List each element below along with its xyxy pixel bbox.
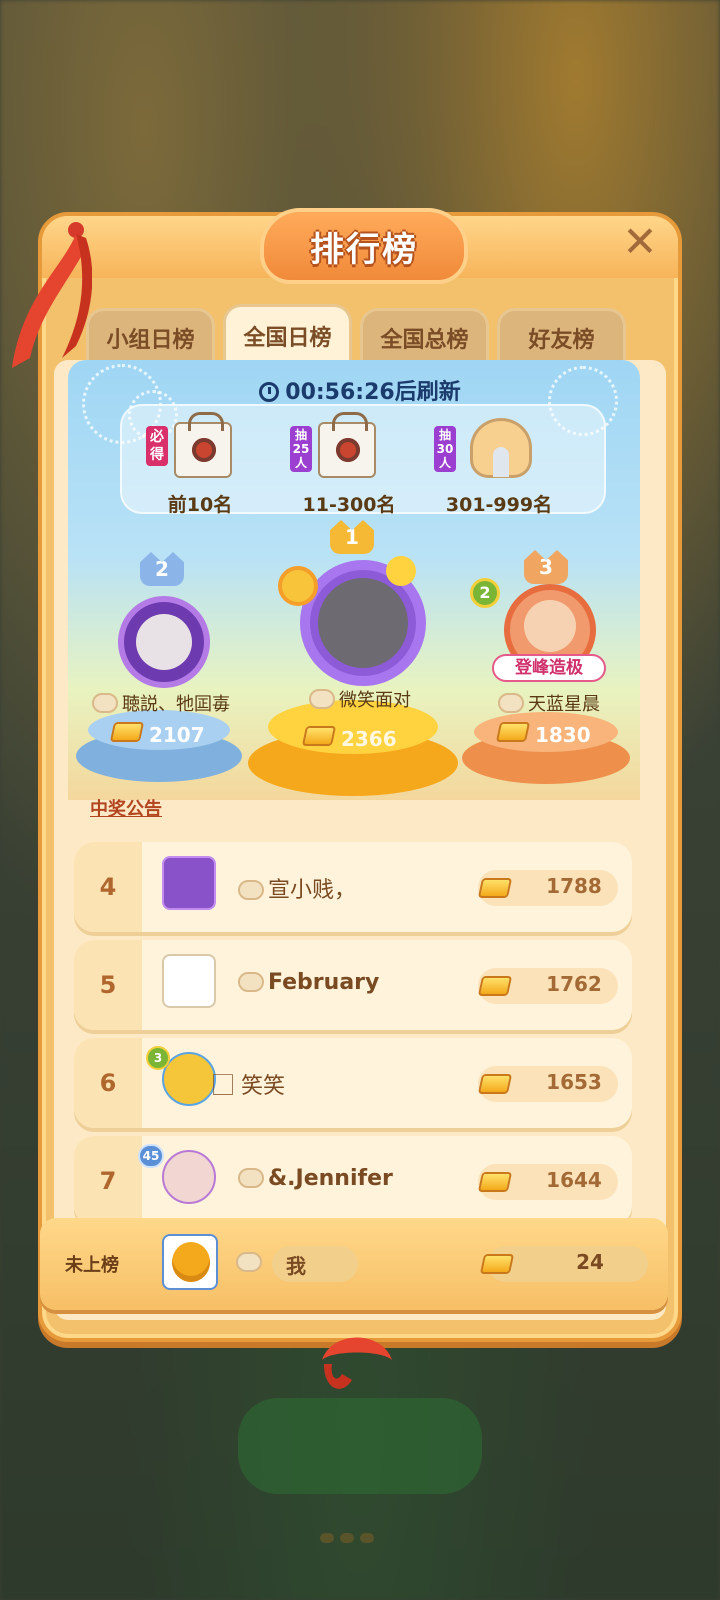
row-score: 1644 xyxy=(546,1168,602,1192)
paw-icon xyxy=(236,1252,262,1272)
my-rank-label: 未上榜 xyxy=(65,1255,119,1276)
row-rank: 7 xyxy=(74,1136,142,1226)
reward-label: 前10名 xyxy=(167,494,233,516)
reward-item[interactable]: 抽25人 11-300名 xyxy=(290,412,440,516)
reward-box: 必得 前10名 抽25人 11-300名 抽30人 301-999名 xyxy=(120,404,606,516)
name-pill xyxy=(272,1246,358,1282)
tab-friends[interactable]: 好友榜 xyxy=(497,308,626,364)
row-rank: 6 xyxy=(74,1038,142,1128)
table-row[interactable]: 4 宣小贱， 1788 xyxy=(74,842,632,932)
reward-label: 11-300名 xyxy=(302,494,396,516)
avatar[interactable] xyxy=(162,954,216,1008)
level-badge: 45 xyxy=(138,1144,164,1168)
avatar xyxy=(136,614,192,670)
tab-group-daily[interactable]: 小组日榜 xyxy=(86,308,215,364)
row-rank: 4 xyxy=(74,842,142,932)
avatar xyxy=(318,578,408,668)
title-badge: 排行榜 xyxy=(260,208,468,284)
paw-icon xyxy=(92,693,118,713)
refresh-timer: 00:56:26后刷新 xyxy=(0,374,720,406)
reward-tag: 抽25人 xyxy=(290,426,312,472)
row-rank: 5 xyxy=(74,940,142,1030)
gold-bar-icon xyxy=(477,1074,513,1094)
level-badge: 2 xyxy=(470,578,500,608)
gold-bar-icon xyxy=(301,726,337,746)
paw-icon xyxy=(238,880,264,900)
second-name: 聴説、牠囸毐 xyxy=(86,690,236,716)
announcement-link[interactable]: 中奖公告 xyxy=(90,795,162,821)
paw-icon xyxy=(309,689,335,709)
close-button[interactable]: ✕ xyxy=(618,220,662,264)
avatar[interactable] xyxy=(162,856,216,910)
gold-bar-icon xyxy=(477,878,513,898)
table-row[interactable]: 5 February 1762 xyxy=(74,940,632,1030)
my-name: 我 xyxy=(286,1254,306,1278)
gift-bag-icon xyxy=(174,412,232,478)
third-score: 1830 xyxy=(495,722,591,747)
first-score: 2366 xyxy=(301,726,397,751)
background-page-dots xyxy=(320,1528,400,1548)
gold-bar-icon xyxy=(477,976,513,996)
tab-bar: 小组日榜 全国日榜 全国总榜 好友榜 xyxy=(86,304,626,364)
reward-item[interactable]: 必得 前10名 xyxy=(146,412,296,516)
flower-icon xyxy=(278,566,318,606)
fox-avatar-icon xyxy=(524,600,576,652)
gold-bar-icon xyxy=(477,1172,513,1192)
row-score: 1788 xyxy=(546,874,602,898)
gold-bar-icon xyxy=(479,1254,515,1274)
row-name: ⃞ 笑笑 xyxy=(234,1074,285,1099)
neck-pillow-icon xyxy=(470,418,532,478)
first-name: 微笑面对 xyxy=(290,686,430,712)
row-name: February xyxy=(238,970,379,995)
reward-item[interactable]: 抽30人 301-999名 xyxy=(434,414,604,516)
paw-icon xyxy=(238,972,264,992)
reward-tag: 必得 xyxy=(146,426,168,466)
tab-national-daily[interactable]: 全国日榜 xyxy=(223,304,352,364)
row-name: 宣小贱， xyxy=(238,872,356,904)
my-rank-bar[interactable]: 未上榜 我 24 xyxy=(40,1218,668,1310)
tab-national-total[interactable]: 全国总榜 xyxy=(360,308,489,364)
third-name: 天蓝星晨 xyxy=(484,690,614,716)
avatar[interactable] xyxy=(162,1234,218,1290)
reward-tag: 抽30人 xyxy=(434,426,456,472)
paw-icon xyxy=(498,693,524,713)
row-score: 1653 xyxy=(546,1070,602,1094)
table-row[interactable]: 7 45 &.Jennifer 1644 xyxy=(74,1136,632,1226)
ribbon-bottom-icon xyxy=(322,1337,392,1389)
avatar-second-frame[interactable] xyxy=(118,596,210,688)
table-row[interactable]: 6 3 ⃞ 笑笑 1653 xyxy=(74,1038,632,1128)
background-button xyxy=(238,1398,482,1494)
row-name: &.Jennifer xyxy=(238,1166,393,1191)
my-score: 24 xyxy=(576,1250,604,1274)
reward-label: 301-999名 xyxy=(445,494,553,516)
second-score: 2107 xyxy=(109,722,205,747)
gold-bar-icon xyxy=(109,722,145,742)
decoration-sun-icon xyxy=(386,556,416,586)
timer-text: 00:56:26后刷新 xyxy=(285,380,461,405)
gold-bar-icon xyxy=(495,722,531,742)
avatar[interactable] xyxy=(162,1052,216,1106)
gift-bag-icon xyxy=(318,412,376,478)
avatar[interactable] xyxy=(162,1150,216,1204)
level-badge: 3 xyxy=(146,1046,170,1070)
paw-icon xyxy=(238,1168,264,1188)
achievement-badge: 登峰造极 xyxy=(492,654,606,682)
row-score: 1762 xyxy=(546,972,602,996)
page-title: 排行榜 xyxy=(310,229,418,270)
clock-icon xyxy=(259,382,280,402)
